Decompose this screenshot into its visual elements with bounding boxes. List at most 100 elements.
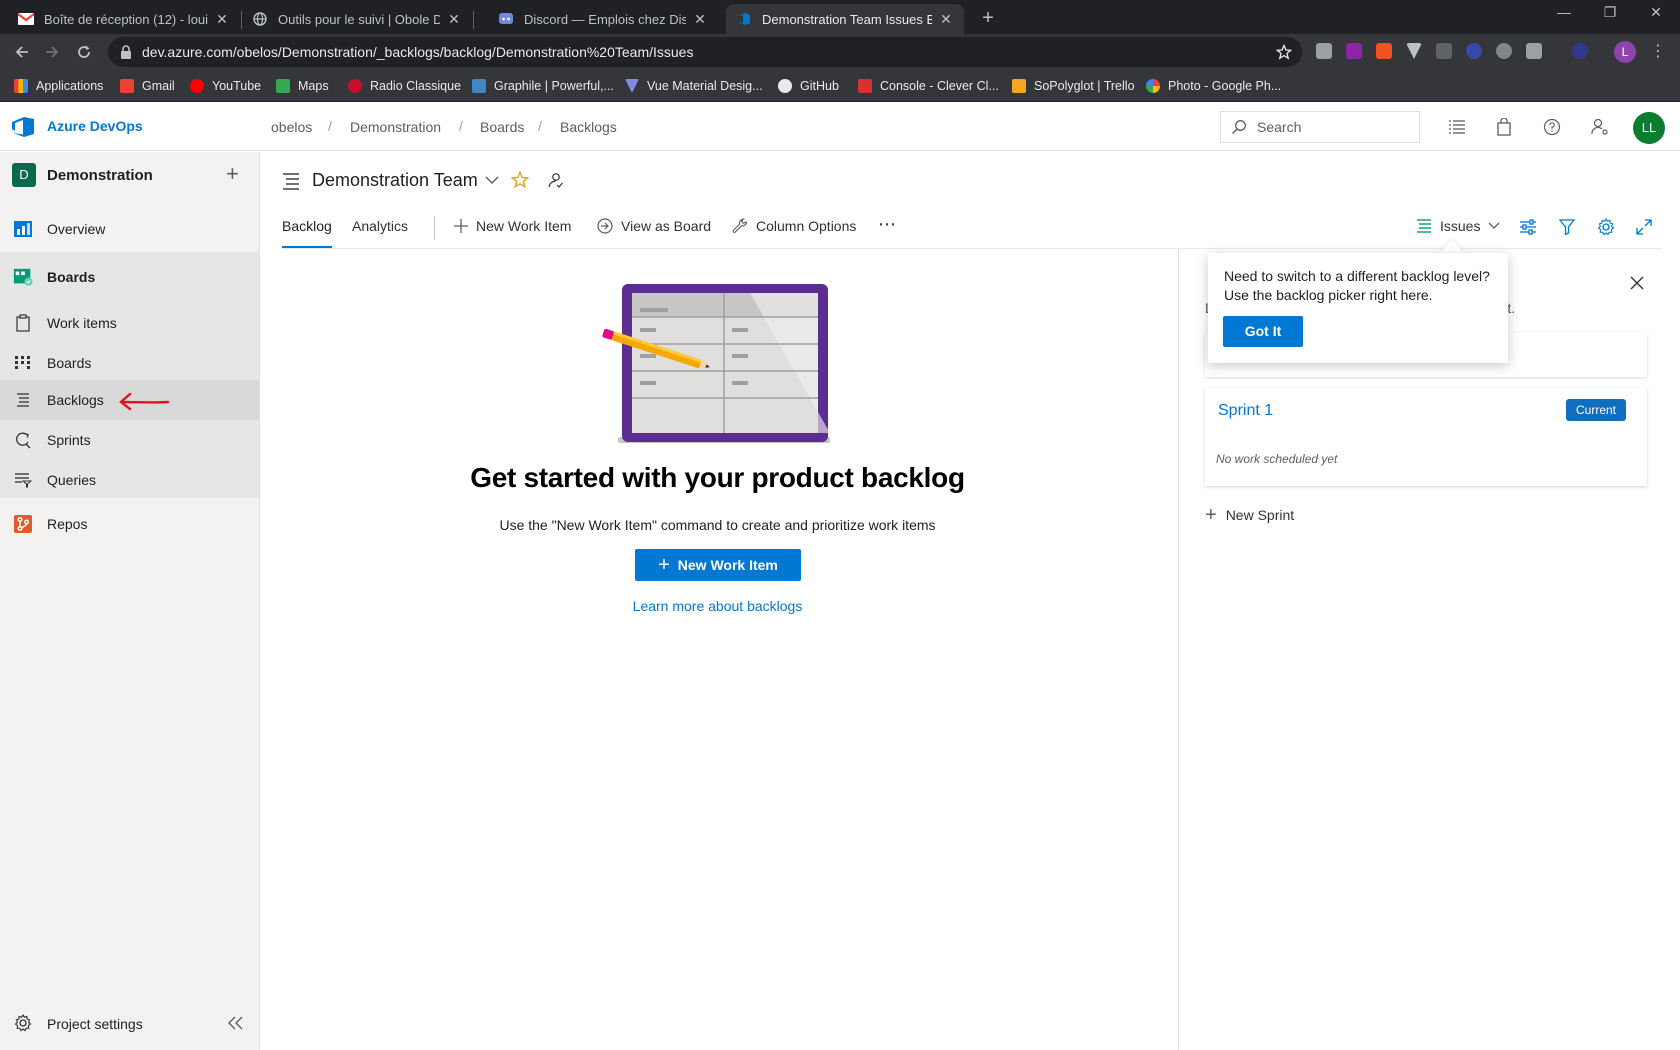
empty-state-description: Use the "New Work Item" command to creat… xyxy=(499,517,936,533)
azure-devops-logo-icon[interactable] xyxy=(12,116,36,138)
search-input[interactable]: Search xyxy=(1220,111,1420,143)
bookmark-applications[interactable]: Applications xyxy=(14,76,103,96)
sidebar-item-queries[interactable]: Queries xyxy=(0,460,259,500)
google-photos-icon xyxy=(1146,79,1160,93)
extension-k-icon[interactable] xyxy=(1466,43,1482,59)
extension-a-icon[interactable] xyxy=(1572,43,1588,59)
extension-m-icon[interactable] xyxy=(1346,43,1362,59)
sidebar-item-boards[interactable]: Boards xyxy=(0,343,259,383)
address-bar[interactable]: dev.azure.com/obelos/Demonstration/_back… xyxy=(108,37,1302,67)
backlog-level-picker[interactable]: Issues xyxy=(1416,218,1500,234)
sprint-name-link[interactable]: Sprint 1 xyxy=(1218,402,1273,420)
bookmark-google-photos[interactable]: Photo - Google Ph... xyxy=(1146,76,1281,96)
project-settings-button[interactable]: Project settings xyxy=(0,1004,259,1044)
sidebar-item-boards-hub[interactable]: Boards xyxy=(0,257,259,297)
browser-profile-avatar[interactable]: L xyxy=(1614,41,1636,63)
view-as-board-command[interactable]: View as Board xyxy=(597,218,711,234)
sidebar-item-work-items[interactable]: Work items xyxy=(0,303,259,343)
browser-tab-discord[interactable]: Discord — Emplois chez Discord ✕ xyxy=(488,4,718,34)
browser-tab-gmail[interactable]: Boîte de réception (12) - louis.l.o ✕ xyxy=(8,4,240,34)
bookmark-graphile[interactable]: Graphile | Powerful,... xyxy=(472,76,614,96)
new-sprint-button[interactable]: + New Sprint xyxy=(1205,504,1294,526)
sidebar-item-repos[interactable]: Repos xyxy=(0,504,259,544)
help-icon[interactable] xyxy=(1542,117,1562,137)
user-avatar[interactable]: LL xyxy=(1633,112,1665,144)
close-icon[interactable]: ✕ xyxy=(938,11,954,27)
sidebar-item-label: Sprints xyxy=(47,432,91,448)
back-arrow-icon[interactable] xyxy=(12,42,32,62)
add-icon[interactable]: + xyxy=(226,163,239,185)
browser-tab-strip: Boîte de réception (12) - louis.l.o ✕ Ou… xyxy=(0,0,1680,34)
settings-list-icon[interactable] xyxy=(1447,117,1467,137)
favorite-star-icon[interactable] xyxy=(511,171,529,189)
extension-puzzle-icon[interactable] xyxy=(1436,43,1452,59)
new-work-item-command[interactable]: New Work Item xyxy=(454,218,571,234)
close-icon[interactable]: ✕ xyxy=(446,11,462,27)
tab-title: Outils pour le suivi | Obole Dev xyxy=(278,11,440,27)
browser-tab-azure-devops[interactable]: Demonstration Team Issues Backlog ✕ xyxy=(726,4,964,34)
sprint-card[interactable]: Sprint 1 Current No work scheduled yet xyxy=(1205,388,1647,486)
user-settings-icon[interactable] xyxy=(1590,117,1610,137)
marketplace-bag-icon[interactable] xyxy=(1494,117,1514,137)
sidebar-item-overview[interactable]: Overview xyxy=(0,209,259,249)
browser-menu-icon[interactable]: ⋮ xyxy=(1650,41,1666,61)
breadcrumb-organization[interactable]: obelos xyxy=(271,119,312,135)
bookmark-clever-cloud[interactable]: Console - Clever Cl... xyxy=(858,76,999,96)
collapse-sidebar-icon[interactable] xyxy=(226,1014,244,1032)
got-it-button[interactable]: Got It xyxy=(1223,316,1303,347)
chevron-down-icon[interactable] xyxy=(485,175,499,185)
window-close-button[interactable]: ✕ xyxy=(1636,4,1676,24)
ado-product-title[interactable]: Azure DevOps xyxy=(47,118,143,134)
bookmark-star-icon[interactable] xyxy=(1276,44,1292,60)
extension-badge-icon[interactable] xyxy=(1526,43,1542,59)
forward-arrow-icon[interactable] xyxy=(42,42,62,62)
reload-icon[interactable] xyxy=(74,42,94,62)
tab-backlog[interactable]: Backlog xyxy=(282,218,332,234)
lock-icon xyxy=(120,45,132,59)
bookmark-gmail[interactable]: Gmail xyxy=(120,76,175,96)
restore-button[interactable]: ❐ xyxy=(1590,4,1630,24)
extension-grey-icon[interactable] xyxy=(1496,43,1512,59)
project-avatar[interactable]: D xyxy=(12,163,36,187)
bookmark-youtube[interactable]: YouTube xyxy=(190,76,261,96)
close-icon[interactable]: ✕ xyxy=(214,11,230,27)
gmail-icon xyxy=(18,11,34,27)
team-members-icon[interactable] xyxy=(547,172,563,188)
bookmark-radio-classique[interactable]: Radio Classique xyxy=(348,76,461,96)
search-placeholder: Search xyxy=(1257,119,1302,135)
browser-toolbar: dev.azure.com/obelos/Demonstration/_back… xyxy=(0,34,1680,70)
team-name-title[interactable]: Demonstration Team xyxy=(312,170,478,191)
learn-more-backlogs-link[interactable]: Learn more about backlogs xyxy=(400,598,1035,614)
expand-fullscreen-icon[interactable] xyxy=(1634,217,1654,237)
tab-analytics[interactable]: Analytics xyxy=(352,218,408,234)
sidebar-item-sprints[interactable]: Sprints xyxy=(0,420,259,460)
sidebar-item-label: Repos xyxy=(47,516,88,532)
extension-drive-icon[interactable] xyxy=(1316,43,1332,59)
breadcrumb-project[interactable]: Demonstration xyxy=(350,119,441,135)
browser-tab-obole[interactable]: Outils pour le suivi | Obole Dev ✕ xyxy=(242,4,472,34)
bookmark-maps[interactable]: Maps xyxy=(276,76,329,96)
minimize-button[interactable]: — xyxy=(1544,4,1584,24)
bookmark-vue-material[interactable]: Vue Material Desig... xyxy=(625,76,763,96)
project-name[interactable]: Demonstration xyxy=(47,167,153,184)
close-icon[interactable]: ✕ xyxy=(692,11,708,27)
more-commands-icon[interactable]: ⋯ xyxy=(878,214,897,235)
breadcrumb-backlogs[interactable]: Backlogs xyxy=(560,119,617,135)
bookmark-trello[interactable]: SoPolyglot | Trello xyxy=(1012,76,1135,96)
settings-gear-icon[interactable] xyxy=(1596,217,1616,237)
maps-icon xyxy=(276,79,290,93)
column-options-command[interactable]: Column Options xyxy=(732,218,856,234)
empty-backlog-illustration xyxy=(602,284,830,443)
close-icon[interactable] xyxy=(1630,276,1644,290)
new-tab-button[interactable]: + xyxy=(978,8,998,28)
kanban-board-icon xyxy=(13,354,33,372)
filter-icon[interactable] xyxy=(1557,217,1577,237)
extension-orange-icon[interactable] xyxy=(1376,43,1392,59)
new-work-item-button[interactable]: + New Work Item xyxy=(635,549,801,581)
view-options-sliders-icon[interactable] xyxy=(1518,217,1538,237)
plus-icon: + xyxy=(1205,504,1217,526)
bookmarks-bar: Applications Gmail YouTube Maps Radio Cl… xyxy=(0,70,1680,102)
extension-vue-icon[interactable] xyxy=(1406,43,1422,59)
breadcrumb-boards[interactable]: Boards xyxy=(480,119,524,135)
bookmark-github[interactable]: GitHub xyxy=(778,76,839,96)
